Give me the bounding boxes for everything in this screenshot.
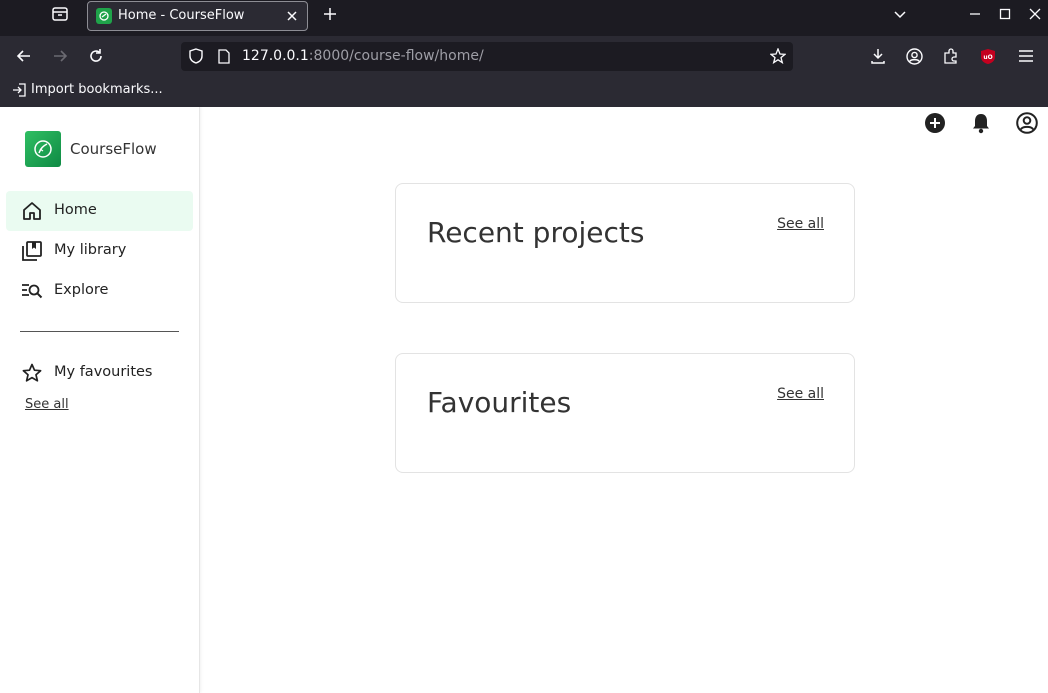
svg-text:uO: uO — [983, 54, 992, 61]
sidebar-item-explore[interactable]: Explore — [6, 271, 193, 311]
sidebar-item-label: Home — [54, 202, 97, 218]
ublock-origin-icon[interactable]: uO — [978, 46, 998, 66]
bookmark-star-icon[interactable] — [769, 47, 787, 65]
page-info-icon[interactable] — [215, 47, 233, 65]
shield-icon[interactable] — [187, 47, 205, 65]
page-content: CourseFlow Home My library Explore My fa… — [0, 107, 1048, 693]
sidebar-favourites-header: My favourites — [6, 353, 193, 393]
bell-icon[interactable] — [970, 112, 992, 134]
import-bookmarks-link[interactable]: Import bookmarks... — [12, 82, 163, 97]
favourites-see-all-link[interactable]: See all — [25, 397, 69, 412]
tab-overview-icon[interactable] — [50, 4, 70, 24]
account-circle-icon[interactable] — [904, 46, 924, 66]
account-icon[interactable] — [1016, 112, 1038, 134]
new-tab-plus-icon[interactable] — [320, 4, 340, 24]
home-icon — [21, 200, 43, 222]
bookmarks-toolbar: Import bookmarks... — [0, 76, 1048, 107]
url-path: :8000/course-flow/home/ — [308, 48, 484, 64]
import-icon — [13, 82, 26, 97]
url-host: 127.0.0.1 — [242, 48, 309, 64]
forward-arrow-icon[interactable] — [50, 46, 70, 66]
browser-tab-active[interactable]: Home - CourseFlow — [87, 1, 308, 31]
url-text: 127.0.0.1:8000/course-flow/home/ — [242, 48, 484, 64]
browser-nav-bar: 127.0.0.1:8000/course-flow/home/ uO — [0, 36, 1048, 76]
library-icon — [21, 240, 43, 262]
url-bar[interactable]: 127.0.0.1:8000/course-flow/home/ — [181, 42, 793, 71]
hamburger-menu-icon[interactable] — [1016, 46, 1036, 66]
see-all-link[interactable]: See all — [777, 386, 824, 402]
tab-close-icon[interactable] — [283, 7, 301, 25]
see-all-link[interactable]: See all — [777, 216, 824, 232]
downloads-icon[interactable] — [868, 46, 888, 66]
sidebar-item-label: My library — [54, 242, 127, 258]
sidebar-item-my-library[interactable]: My library — [6, 231, 193, 271]
courseflow-logo[interactable] — [25, 131, 61, 167]
add-circle-icon[interactable] — [924, 112, 946, 134]
close-window-icon[interactable] — [1025, 4, 1045, 24]
maximize-window-icon[interactable] — [995, 4, 1015, 24]
list-all-tabs-chevron-icon[interactable] — [890, 4, 910, 24]
sidebar-item-home[interactable]: Home — [6, 191, 193, 231]
favourites-label: My favourites — [54, 364, 153, 380]
back-arrow-icon[interactable] — [14, 46, 34, 66]
tab-title: Home - CourseFlow — [118, 8, 245, 23]
minimize-window-icon[interactable] — [965, 4, 985, 24]
sidebar-divider — [20, 331, 179, 332]
recent-projects-card: Recent projects See all — [395, 183, 855, 303]
reload-icon[interactable] — [86, 46, 106, 66]
sidebar-item-label: Explore — [54, 282, 109, 298]
card-title: Favourites — [427, 386, 572, 419]
sidebar: CourseFlow Home My library Explore My fa… — [0, 107, 200, 693]
import-bookmarks-label: Import bookmarks... — [31, 82, 163, 97]
browser-tab-bar: Home - CourseFlow — [0, 0, 1048, 36]
star-icon — [21, 362, 43, 384]
extensions-puzzle-icon[interactable] — [941, 46, 961, 66]
explore-icon — [21, 280, 43, 302]
card-title: Recent projects — [427, 216, 645, 249]
courseflow-favicon-icon — [96, 8, 112, 24]
app-name[interactable]: CourseFlow — [70, 140, 157, 158]
favourites-card: Favourites See all — [395, 353, 855, 473]
